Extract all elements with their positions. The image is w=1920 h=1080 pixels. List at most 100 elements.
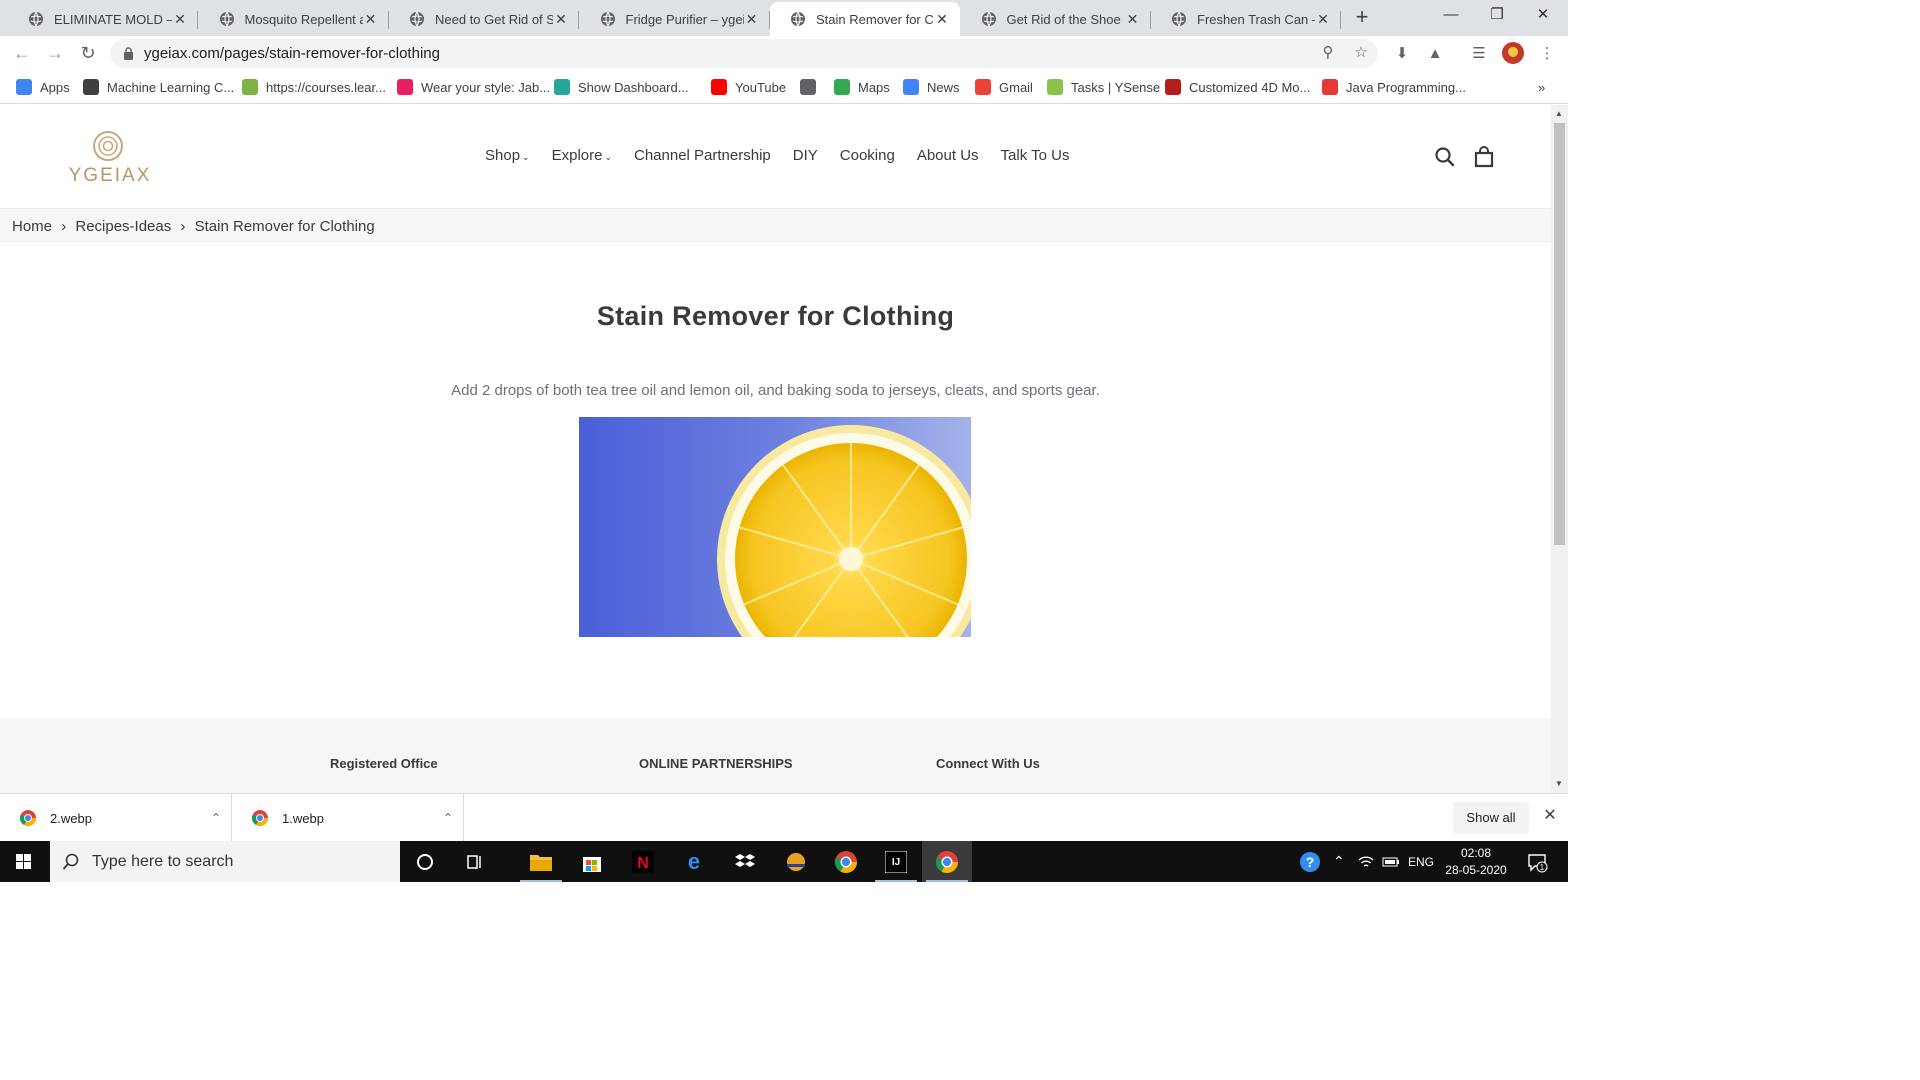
dropbox-icon[interactable] xyxy=(720,841,770,882)
browser-tab[interactable]: ELIMINATE MOLD – yg✕ xyxy=(8,2,198,36)
page-viewport: YGEIAX Shop ⌄ Explore ⌄ Channel Partnership D… xyxy=(0,105,1551,793)
close-tab-icon[interactable]: ✕ xyxy=(553,11,569,28)
edge-icon[interactable]: e xyxy=(669,841,719,882)
close-window-button[interactable]: ✕ xyxy=(1520,0,1566,32)
bookmark-item[interactable]: https://courses.lear... xyxy=(242,78,386,96)
action-center-icon[interactable]: 1 xyxy=(1526,841,1548,882)
browser-tab[interactable]: Freshen Trash Can – yg✕ xyxy=(1151,2,1341,36)
netflix-icon[interactable]: N xyxy=(618,841,668,882)
windows-start-icon[interactable] xyxy=(0,841,48,882)
help-tray-icon[interactable]: ? xyxy=(1298,841,1322,882)
tray-chevron-up-icon[interactable]: ⌃ xyxy=(1333,841,1345,882)
bookmark-item[interactable]: News xyxy=(903,78,960,96)
bookmark-item[interactable]: Wear your style: Jab... xyxy=(397,78,550,96)
extension-icon[interactable]: ▲ xyxy=(1424,44,1446,66)
download-item[interactable]: 2.webp ⌃ xyxy=(0,794,232,842)
scrollbar-thumb[interactable] xyxy=(1554,123,1565,545)
back-button[interactable]: ← xyxy=(9,41,35,67)
new-tab-button[interactable]: + xyxy=(1348,5,1376,31)
bookmark-item[interactable]: Customized 4D Mo... xyxy=(1165,78,1310,96)
wifi-icon[interactable] xyxy=(1358,841,1374,882)
media-control-icon[interactable]: ☰ xyxy=(1468,44,1490,66)
bookmark-item[interactable] xyxy=(800,78,824,96)
site-logo[interactable]: YGEIAX xyxy=(60,129,160,186)
reload-button[interactable]: ↻ xyxy=(75,41,101,67)
bookmark-label: YouTube xyxy=(735,79,787,95)
browser-tab[interactable]: Mosquito Repellent at ✕ xyxy=(199,2,389,36)
close-tab-icon[interactable]: ✕ xyxy=(1125,11,1141,28)
search-icon[interactable] xyxy=(1433,145,1457,169)
address-bar[interactable]: ygeiax.com/pages/stain-remover-for-cloth… xyxy=(110,39,1378,68)
close-download-shelf-icon[interactable]: ✕ xyxy=(1538,804,1562,828)
browser-tab[interactable]: Fridge Purifier – ygeiax✕ xyxy=(580,2,770,36)
cortana-icon[interactable] xyxy=(400,841,450,882)
nav-item-channel-partnership[interactable]: Channel Partnership xyxy=(634,147,771,164)
file-explorer-icon[interactable] xyxy=(516,841,566,882)
close-tab-icon[interactable]: ✕ xyxy=(744,11,760,28)
nav-label: Channel Partnership xyxy=(634,147,771,164)
bookmark-label: Apps xyxy=(40,79,70,95)
breadcrumb-separator: › xyxy=(180,218,186,235)
breadcrumb-home[interactable]: Home xyxy=(12,218,52,235)
bookmark-item[interactable]: Tasks | YSense xyxy=(1047,78,1160,96)
footer-online-partnerships: ONLINE PARTNERSHIPS xyxy=(639,756,793,771)
download-extension-icon[interactable]: ⬇ xyxy=(1391,44,1413,66)
chevron-down-icon: ⌄ xyxy=(522,152,530,162)
nav-item-about-us[interactable]: About Us xyxy=(917,147,979,164)
chrome-active-window-icon[interactable] xyxy=(922,841,972,882)
4d-icon xyxy=(1165,79,1181,95)
nav-item-explore[interactable]: Explore ⌄ xyxy=(552,147,612,164)
bookmarks-overflow[interactable]: » xyxy=(1538,78,1545,96)
close-tab-icon[interactable]: ✕ xyxy=(1315,11,1331,28)
bookmark-item[interactable]: Machine Learning C... xyxy=(83,78,234,96)
bookmark-item[interactable]: Java Programming... xyxy=(1322,78,1466,96)
site-header: YGEIAX Shop ⌄ Explore ⌄ Channel Partnership D… xyxy=(0,105,1551,208)
close-tab-icon[interactable]: ✕ xyxy=(934,11,950,28)
task-view-icon[interactable] xyxy=(450,841,500,882)
download-item[interactable]: 1.webp ⌃ xyxy=(232,794,464,842)
intellij-icon[interactable]: IJ xyxy=(871,841,921,882)
taskbar-clock[interactable]: 02:08 28-05-2020 xyxy=(1440,845,1512,879)
nav-item-cooking[interactable]: Cooking xyxy=(840,147,895,164)
nav-item-diy[interactable]: DIY xyxy=(793,147,818,164)
app-icon[interactable] xyxy=(771,841,821,882)
page-description: Add 2 drops of both tea tree oil and lem… xyxy=(451,382,1100,399)
zoom-icon[interactable]: ⚲ xyxy=(1317,42,1339,64)
bookmark-item[interactable]: YouTube xyxy=(711,78,786,96)
restore-button[interactable]: ❐ xyxy=(1474,0,1520,32)
browser-tab[interactable]: Need to Get Rid of Sho✕ xyxy=(389,2,579,36)
bookmark-item[interactable]: Gmail xyxy=(975,78,1033,96)
gmail-icon xyxy=(975,79,991,95)
browser-tab[interactable]: Get Rid of the Shoe Sm✕ xyxy=(961,2,1151,36)
forward-button[interactable]: → xyxy=(42,41,68,67)
close-tab-icon[interactable]: ✕ xyxy=(363,11,379,28)
show-all-downloads-button[interactable]: Show all xyxy=(1453,802,1529,834)
bookmark-star-icon[interactable]: ☆ xyxy=(1350,42,1372,64)
main-nav: Shop ⌄ Explore ⌄ Channel Partnership DIY Cooki… xyxy=(485,147,1091,164)
taskbar-search-input[interactable]: Type here to search xyxy=(50,841,400,882)
cart-icon[interactable] xyxy=(1472,145,1496,169)
nav-item-talk-to-us[interactable]: Talk To Us xyxy=(1001,147,1070,164)
chrome-taskbar-icon[interactable] xyxy=(821,841,871,882)
youtube-icon xyxy=(711,79,727,95)
chevron-up-icon[interactable]: ⌃ xyxy=(201,811,231,825)
breadcrumb-recipes-ideas[interactable]: Recipes-Ideas xyxy=(75,218,171,235)
profile-avatar[interactable] xyxy=(1502,42,1524,64)
chevron-up-icon[interactable]: ⌃ xyxy=(433,811,463,825)
scroll-down-arrow[interactable]: ▼ xyxy=(1555,779,1563,788)
page-scrollbar[interactable]: ▲ ▼ xyxy=(1551,105,1568,793)
language-indicator[interactable]: ENG xyxy=(1408,841,1434,882)
microsoft-store-icon[interactable] xyxy=(567,841,617,882)
battery-icon[interactable] xyxy=(1382,841,1400,882)
bookmark-item[interactable]: Apps xyxy=(16,78,70,96)
bookmark-item[interactable]: Maps xyxy=(834,78,890,96)
chevron-down-icon: ⌄ xyxy=(604,152,612,162)
browser-tab[interactable]: Stain Remover for Clot✕ xyxy=(770,2,960,36)
bookmark-item[interactable]: Show Dashboard... xyxy=(554,78,689,96)
svg-text:1: 1 xyxy=(1540,863,1545,872)
nav-item-shop[interactable]: Shop ⌄ xyxy=(485,147,530,164)
minimize-button[interactable]: — xyxy=(1428,0,1474,32)
close-tab-icon[interactable]: ✕ xyxy=(172,11,188,28)
scroll-up-arrow[interactable]: ▲ xyxy=(1555,109,1563,118)
menu-kebab-icon[interactable]: ⋮ xyxy=(1536,44,1558,66)
